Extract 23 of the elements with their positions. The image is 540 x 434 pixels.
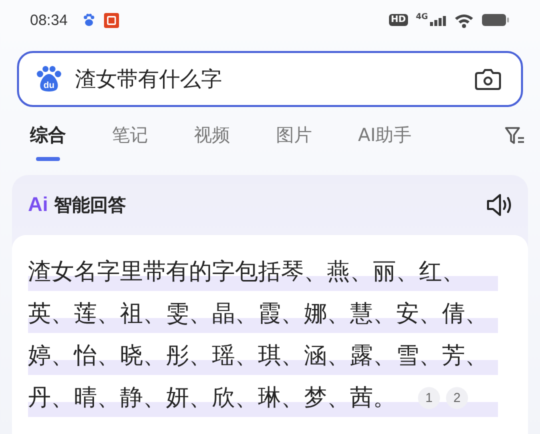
signal-icon bbox=[430, 14, 446, 26]
ai-logo: Ai bbox=[28, 194, 48, 216]
filter-icon[interactable] bbox=[504, 125, 526, 147]
network-label: 4G bbox=[416, 12, 428, 21]
paw-icon bbox=[82, 13, 96, 27]
tab[interactable]: AI助手 bbox=[358, 111, 412, 161]
wifi-icon bbox=[454, 12, 474, 28]
ai-answer-title: 智能回答 bbox=[54, 194, 126, 217]
tab[interactable]: 图片 bbox=[276, 111, 312, 161]
hd-badge: HD bbox=[388, 14, 408, 26]
tab[interactable]: 视频 bbox=[194, 111, 230, 161]
search-query: 渣女带有什么字 bbox=[75, 66, 223, 93]
app-icon bbox=[104, 12, 119, 28]
search-field[interactable]: du 渣女带有什么字 bbox=[17, 51, 523, 107]
camera-icon[interactable] bbox=[475, 67, 501, 91]
battery-icon bbox=[482, 13, 510, 27]
paw-logo: du bbox=[35, 65, 63, 93]
speaker-icon[interactable] bbox=[486, 192, 514, 218]
citation-badge[interactable]: 2 bbox=[446, 387, 468, 409]
status-time: 08:34 bbox=[30, 12, 68, 28]
tab[interactable]: 笔记 bbox=[112, 111, 148, 161]
citation-badge[interactable]: 1 bbox=[418, 387, 440, 409]
tab[interactable]: 综合 bbox=[30, 111, 66, 161]
